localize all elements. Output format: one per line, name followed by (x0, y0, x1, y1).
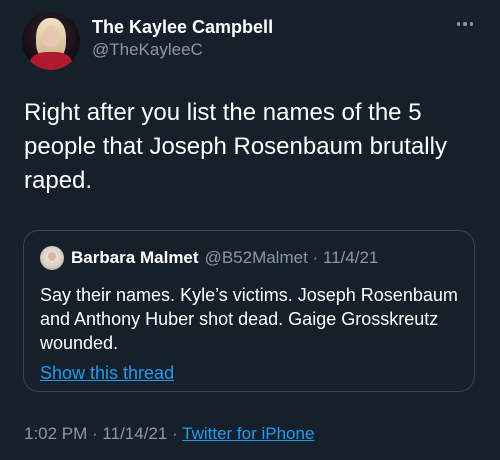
more-dot (469, 22, 474, 26)
quoted-tweet[interactable]: Barbara Malmet @B52Malmet · 11/4/21 Say … (23, 230, 475, 392)
author-display-name[interactable]: The Kaylee Campbell (92, 16, 273, 38)
tweet-text: Right after you list the names of the 5 … (24, 99, 447, 194)
more-dot (456, 22, 461, 26)
tweet-timestamp[interactable]: 1:02 PM · 11/14/21 · (24, 424, 182, 443)
quoted-author-name: Barbara Malmet (71, 248, 199, 267)
quoted-tweet-header: Barbara Malmet @B52Malmet · 11/4/21 (40, 245, 458, 271)
tweet-footer: 1:02 PM · 11/14/21 · Twitter for iPhone (24, 424, 314, 444)
avatar-face (42, 26, 60, 48)
avatar-shirt (30, 52, 72, 70)
tweet: The Kaylee Campbell @TheKayleeC Right af… (0, 0, 500, 460)
quoted-author-avatar (40, 246, 64, 270)
author-handle[interactable]: @TheKayleeC (92, 38, 273, 62)
author-avatar[interactable] (22, 12, 80, 70)
author-names: The Kaylee Campbell @TheKayleeC (92, 16, 273, 62)
quoted-tweet-text: Say their names. Kyle’s victims. Joseph … (40, 285, 458, 353)
tweet-source-link[interactable]: Twitter for iPhone (182, 424, 314, 443)
more-horizontal-icon[interactable] (450, 14, 480, 34)
quoted-author-meta: @B52Malmet · 11/4/21 (204, 248, 379, 267)
tweet-header: The Kaylee Campbell @TheKayleeC (18, 10, 482, 72)
more-dot (463, 22, 467, 26)
show-thread-link[interactable]: Show this thread (40, 363, 174, 384)
